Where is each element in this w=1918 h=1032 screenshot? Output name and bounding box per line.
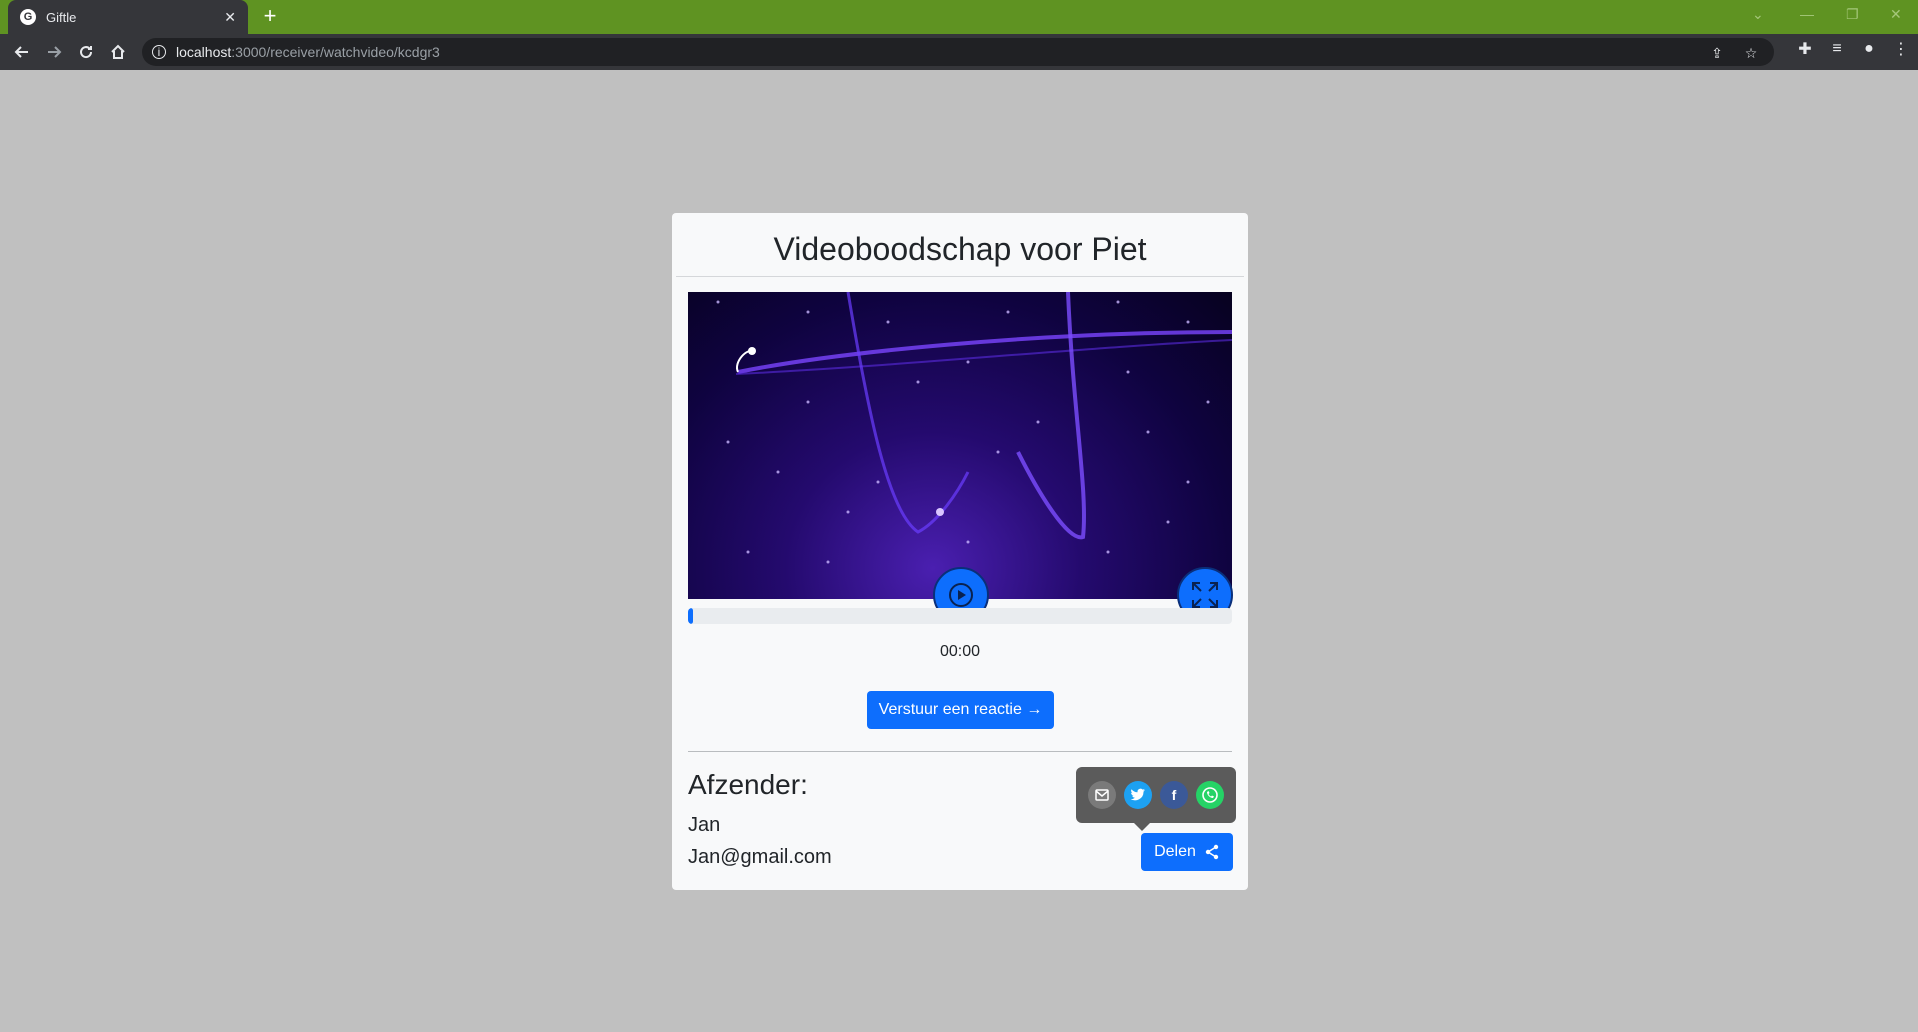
site-info-icon[interactable]: i <box>152 45 166 59</box>
url-host: localhost <box>176 44 232 60</box>
share-popover: f <box>1076 767 1236 831</box>
new-tab-icon[interactable]: + <box>258 5 282 29</box>
bookmark-star-icon[interactable]: ☆ <box>1742 44 1760 62</box>
browser-toolbar: i localhost:3000/receiver/watchvideo/kcd… <box>0 34 1918 70</box>
send-reaction-button[interactable]: Verstuur een reactie → <box>867 691 1054 729</box>
minimize-icon[interactable]: — <box>1800 6 1814 22</box>
sender-email: Jan@gmail.com <box>688 846 832 868</box>
sender-name: Jan <box>688 814 721 836</box>
share-icon <box>1205 844 1219 860</box>
address-bar[interactable]: i localhost:3000/receiver/watchvideo/kcd… <box>142 38 1774 66</box>
tab-search-icon[interactable]: ⌄ <box>1752 6 1764 23</box>
browser-tabbar: G Giftle ✕ + ⌄ — ❐ ✕ <box>0 0 1918 34</box>
facebook-share-icon[interactable]: f <box>1160 781 1188 809</box>
profile-icon[interactable]: ● <box>1860 40 1878 58</box>
menu-kebab-icon[interactable]: ⋮ <box>1892 40 1910 58</box>
browser-tab[interactable]: G Giftle ✕ <box>8 0 248 34</box>
video-progress-bar[interactable] <box>688 608 1232 624</box>
window-close-icon[interactable]: ✕ <box>1890 6 1902 23</box>
restore-icon[interactable]: ❐ <box>1846 6 1859 23</box>
video-current-time: 00:00 <box>939 643 981 660</box>
video-player[interactable] <box>688 292 1232 599</box>
back-icon[interactable] <box>6 36 38 68</box>
home-icon[interactable] <box>102 36 134 68</box>
play-icon <box>949 583 973 607</box>
tab-close-icon[interactable]: ✕ <box>224 9 236 26</box>
forward-icon[interactable] <box>38 36 70 68</box>
section-divider <box>688 751 1232 752</box>
twitter-share-icon[interactable] <box>1124 781 1152 809</box>
share-page-icon[interactable]: ⇪ <box>1708 44 1726 62</box>
media-queue-icon[interactable]: ≡ <box>1828 40 1846 58</box>
share-button[interactable]: Delen <box>1141 833 1233 871</box>
fullscreen-icon <box>1192 582 1218 608</box>
tab-title: Giftle <box>46 9 77 25</box>
email-share-icon[interactable] <box>1088 781 1116 809</box>
extensions-icon[interactable]: ✚ <box>1796 40 1814 58</box>
page-title: Videoboodschap voor Piet <box>773 231 1147 267</box>
video-frame-artwork <box>716 292 1232 564</box>
title-divider <box>676 276 1244 277</box>
reload-icon[interactable] <box>70 36 102 68</box>
share-button-label: Delen <box>1154 843 1196 860</box>
video-card: Videoboodschap voor Piet 00:00 Verstuur … <box>672 213 1248 890</box>
video-progress-fill <box>688 608 694 624</box>
giftle-favicon-icon: G <box>20 9 36 25</box>
whatsapp-share-icon[interactable] <box>1196 781 1224 809</box>
sender-heading: Afzender: <box>688 769 808 800</box>
url-path: :3000/receiver/watchvideo/kcdgr3 <box>231 44 440 60</box>
